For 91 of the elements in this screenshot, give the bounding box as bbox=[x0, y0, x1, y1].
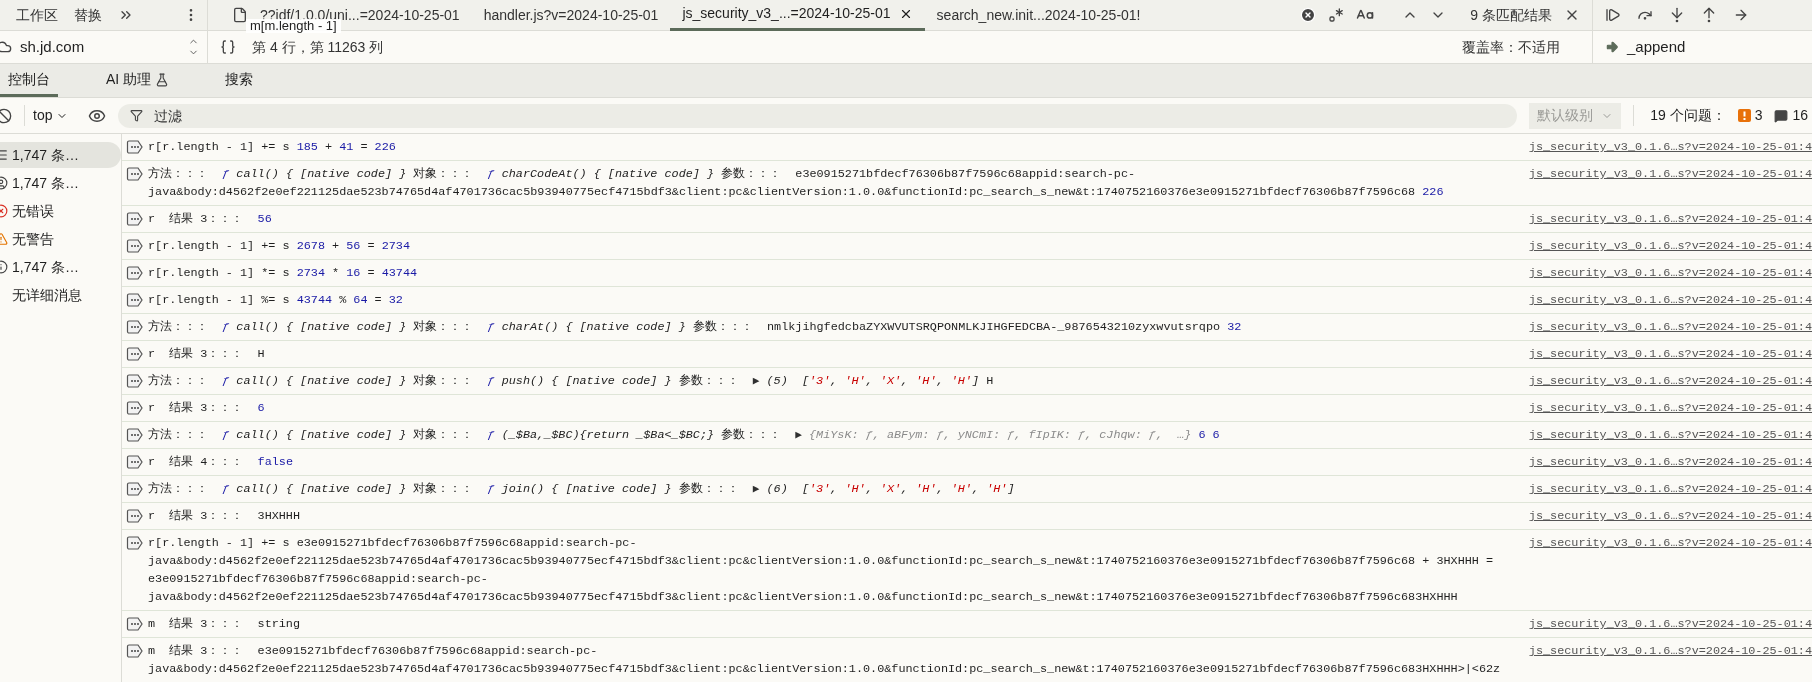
resume-icon[interactable] bbox=[1605, 7, 1621, 23]
tooltip: m[m.length - 1] bbox=[246, 19, 341, 33]
source-link[interactable]: js_security_v3_0.1.6…s?v=2024-10-25-01:4 bbox=[1528, 453, 1812, 471]
console-message: 方法：：： ƒ call() { [native code] } 对象：：： ƒ join() { [native code] } 参数：：： ▶ (6) ['3', 'H', 'X', 'H', 'H', 'H'] bbox=[148, 481, 1016, 498]
navigator-tab[interactable]: 工作区 bbox=[16, 4, 58, 26]
source-link[interactable]: js_security_v3_0.1.6…s?v=2024-10-25-01:4 bbox=[1528, 534, 1812, 552]
log-icon bbox=[126, 454, 144, 470]
log-icon bbox=[126, 139, 144, 155]
log-icon bbox=[126, 292, 144, 308]
log-icon bbox=[126, 616, 144, 632]
sidebar-item[interactable]: 无详细消息 bbox=[0, 282, 121, 308]
source-link[interactable]: js_security_v3_0.1.6…s?v=2024-10-25-01:4 bbox=[1528, 480, 1812, 498]
source-link[interactable]: js_security_v3_0.1.6…s?v=2024-10-25-01:4 bbox=[1528, 237, 1812, 255]
step-out-icon[interactable] bbox=[1701, 7, 1717, 23]
match-count: 9 条匹配结果 bbox=[1470, 5, 1552, 25]
console-message: r 结果 3：：： 56 bbox=[148, 211, 273, 228]
source-link[interactable]: js_security_v3_0.1.6…s?v=2024-10-25-01:4 bbox=[1528, 138, 1812, 156]
editor-tab[interactable]: js_security_v3_...=2024-10-25-01 bbox=[670, 0, 925, 31]
source-link[interactable]: js_security_v3_0.1.6…s?v=2024-10-25-01:4 bbox=[1528, 264, 1812, 282]
console-message: r 结果 3：：： H bbox=[148, 346, 266, 363]
source-link[interactable]: js_security_v3_0.1.6…s?v=2024-10-25-01:4 bbox=[1528, 291, 1812, 309]
log-icon bbox=[126, 643, 144, 659]
editor-tab[interactable]: search_new.init...2024-10-25-01! bbox=[924, 0, 1153, 31]
console-message: 方法：：： ƒ call() { [native code] } 对象：：： ƒ charAt() { [native code] } 参数：：： nmlkjihgfedcbaZYXWVUTSRQPONMLKJIHGFEDCBA-_9876543210zyxwvutsrqpo 32 bbox=[148, 319, 1243, 336]
console-message: r 结果 3：：： 6 bbox=[148, 400, 266, 417]
sidebar-item[interactable]: 1,747 条… bbox=[0, 170, 121, 196]
site-tree-item[interactable]: sh.jd.com bbox=[20, 35, 85, 59]
cursor-position: 第 4 行，第 11263 列 bbox=[252, 37, 384, 57]
drawer-tab[interactable]: 搜索 bbox=[217, 65, 262, 97]
sidebar-item[interactable]: 无错误 bbox=[0, 198, 121, 224]
console-message: r[r.length - 1] += s 185 + 41 = 226 bbox=[148, 139, 397, 156]
source-link[interactable]: js_security_v3_0.1.6…s?v=2024-10-25-01:4 bbox=[1528, 642, 1812, 660]
sidebar-item[interactable]: 1,747 条… bbox=[0, 142, 121, 168]
step-into-icon[interactable] bbox=[1669, 7, 1685, 23]
issues-errors[interactable]: 3 bbox=[1737, 105, 1763, 126]
navigator-tab[interactable]: 替换 bbox=[74, 4, 102, 26]
console-message: 方法：：： ƒ call() { [native code] } 对象：：： ƒ charCodeAt() { [native code] } 参数：：： e3e0915271bfdecf76306b87f7596c68appid:search-pc-java&body:d4562f2e0ef221125dae523b74765d4af4701736cac5b93940775ecf4715bdf3&client:pc&clientVersion:1.0.0&functionId:pc_search_s_new&t:1740752160376e3e0915271bfdecf76306b87f7596c68 226 bbox=[148, 166, 1445, 201]
file-icon bbox=[232, 7, 248, 23]
filter-icon bbox=[130, 109, 144, 122]
context-dropdown[interactable]: top bbox=[24, 105, 77, 126]
console-message: 方法：：： ƒ call() { [native code] } 对象：：： ƒ push() { [native code] } 参数：：： ▶ (5) ['3', 'H', 'X', 'H', 'H'] H bbox=[148, 373, 995, 390]
console-message: r[r.length - 1] *= s 2734 * 16 = 43744 bbox=[148, 265, 419, 282]
cloud-icon bbox=[0, 39, 12, 55]
coverage-status: 覆盖率：不适用 bbox=[1462, 37, 1560, 57]
log-icon bbox=[126, 400, 144, 416]
console-message: m 结果 3：：： e3e0915271bfdecf76306b87f7596c68appid:search-pc-java&body:d4562f2e0ef221125dae523b74765d4af4701736cac5b93940775ecf4715bdf3&client:pc&clientVersion:1.0.0&functionId:pc_search_s_new&t:1740752160376e3e0915271bfdecf76306b87f7596c683HXHHH>|<62z bbox=[148, 643, 1502, 678]
clear-icon[interactable] bbox=[1300, 7, 1317, 23]
console-message: r 结果 3：：： 3HXHHH bbox=[148, 508, 302, 525]
console-message: r[r.length - 1] += s e3e0915271bfdecf76306b87f7596c68appid:search-pc-java&body:d4562f2e0ef221125dae523b74765d4af4701736cac5b93940775ecf4715bdf3&client:pc&clientVersion:1.0.0&functionId:pc_search_s_new&t:1740752160376e3e0915271bfdecf76306b87f7596c68 + 3HXHHH = e3e0915271bfdecf76306b87f7596c68appid:search-pc-java&body:d4562f2e0ef221125dae523b74765d4af4701736cac5b93940775ecf4715bdf3&client:pc&clientVersion:1.0.0&functionId:pc_search_s_new&t:1740752160376e3e0915271bfdecf76306b87f7596c683HXHHH bbox=[148, 535, 1495, 606]
log-icon bbox=[126, 481, 144, 497]
log-icon bbox=[126, 211, 144, 227]
filter-field[interactable]: 过滤 bbox=[118, 103, 1518, 128]
console-message: r[r.length - 1] %= s 43744 % 64 = 32 bbox=[148, 292, 404, 309]
drawer-tab[interactable]: AI 助理 bbox=[98, 65, 178, 97]
log-icon bbox=[126, 427, 144, 443]
source-link[interactable]: js_security_v3_0.1.6…s?v=2024-10-25-01:4 bbox=[1528, 426, 1812, 444]
source-link[interactable]: js_security_v3_0.1.6…s?v=2024-10-25-01:4 bbox=[1528, 615, 1812, 633]
issues-messages[interactable]: 16 bbox=[1774, 105, 1812, 126]
console-message: r 结果 4：：： false bbox=[148, 454, 294, 471]
step-icon[interactable] bbox=[1733, 7, 1749, 23]
console-message: r[r.length - 1] += s 2678 + 56 = 2734 bbox=[148, 238, 411, 255]
pretty-print-icon[interactable] bbox=[220, 39, 236, 55]
issues-label: 19 个问题： bbox=[1633, 105, 1726, 126]
current-frame-icon bbox=[1605, 40, 1619, 54]
source-link[interactable]: js_security_v3_0.1.6…s?v=2024-10-25-01:4 bbox=[1528, 399, 1812, 417]
source-link[interactable]: js_security_v3_0.1.6…s?v=2024-10-25-01:4 bbox=[1528, 318, 1812, 336]
clear-console-icon[interactable] bbox=[0, 107, 12, 124]
console-message: 方法：：： ƒ call() { [native code] } 对象：：： ƒ (_$Ba,_$BC){return _$Ba<_$BC;} 参数：：： ▶ {MiYsK: ƒ, aBFym: ƒ, yNCmI: ƒ, fIpIK: ƒ, cJhqw: ƒ, …} 6 6 bbox=[148, 427, 1221, 444]
log-icon bbox=[126, 508, 144, 524]
log-icon bbox=[126, 373, 144, 389]
flask-icon bbox=[155, 72, 170, 87]
call-frame[interactable]: _append bbox=[1627, 35, 1686, 59]
issue-icon bbox=[1737, 109, 1751, 122]
log-icon bbox=[126, 346, 144, 362]
log-icon bbox=[126, 166, 144, 182]
source-link[interactable]: js_security_v3_0.1.6…s?v=2024-10-25-01:4 bbox=[1528, 165, 1812, 183]
message-icon bbox=[1774, 108, 1789, 123]
log-icon bbox=[126, 238, 144, 254]
regex-icon[interactable] bbox=[1328, 7, 1345, 23]
console-message: m 结果 3：：： string bbox=[148, 616, 302, 633]
log-icon bbox=[126, 535, 144, 551]
log-icon bbox=[126, 319, 144, 335]
source-link[interactable]: js_security_v3_0.1.6…s?v=2024-10-25-01:4 bbox=[1528, 372, 1812, 390]
drawer-tab[interactable]: 控制台 bbox=[0, 65, 58, 97]
source-link[interactable]: js_security_v3_0.1.6…s?v=2024-10-25-01:4 bbox=[1528, 507, 1812, 525]
editor-tab[interactable]: handler.js?v=2024-10-25-01 bbox=[471, 0, 671, 31]
sidebar-item[interactable]: 1,747 条… bbox=[0, 254, 121, 280]
source-link[interactable]: js_security_v3_0.1.6…s?v=2024-10-25-01:4 bbox=[1528, 345, 1812, 363]
source-link[interactable]: js_security_v3_0.1.6…s?v=2024-10-25-01:4 bbox=[1528, 210, 1812, 228]
log-icon bbox=[126, 265, 144, 281]
sidebar-item[interactable]: 无警告 bbox=[0, 226, 121, 252]
